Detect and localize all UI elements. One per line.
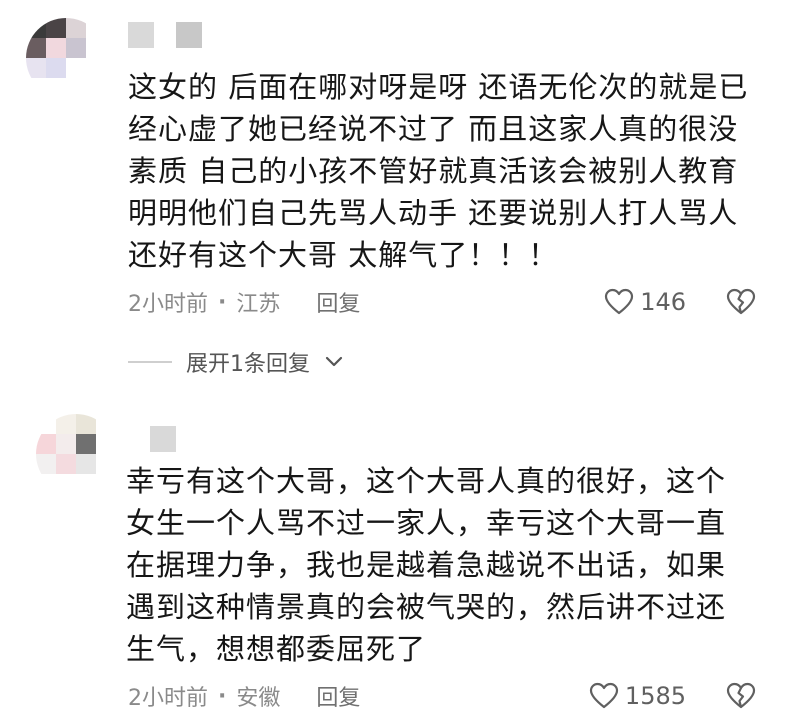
expand-replies-label: 展开1条回复 — [186, 352, 310, 377]
mosaic-tile — [76, 434, 96, 454]
dislike-button[interactable] — [726, 288, 756, 316]
comment-line: 生气，想想都委屈死了 — [126, 632, 427, 666]
mosaic-tile — [66, 58, 86, 78]
avatar[interactable] — [26, 18, 106, 98]
heart-outline-icon — [589, 682, 619, 709]
meta-separator: · — [218, 683, 227, 709]
like-button[interactable]: 1585 — [589, 682, 686, 710]
comment-line: 经心虚了她已经说不过了 而且这家人真的很没 — [128, 112, 739, 146]
comment-text: 这女的 后面在哪对呀是呀 还语无伦次的就是已 经心虚了她已经说不过了 而且这家人… — [128, 66, 748, 276]
comment-line: 幸亏有这个大哥，这个大哥人真的很好，这个 — [126, 464, 727, 498]
mosaic-tile — [56, 414, 76, 434]
mosaic-tile — [86, 78, 106, 98]
mosaic-tile — [36, 454, 56, 474]
mosaic-tile — [66, 18, 86, 38]
comment-meta: 2小时前 · 安徽 回复 1585 — [128, 680, 756, 712]
expand-replies-button[interactable]: 展开1条回复 — [128, 344, 344, 380]
mosaic-tile — [26, 78, 46, 98]
redacted-block — [176, 22, 202, 48]
mosaic-tile — [36, 434, 56, 454]
comment-text: 幸亏有这个大哥，这个大哥人真的很好，这个 女生一个人骂不过一家人，幸亏这个大哥一… — [126, 460, 726, 670]
comment-item: 这女的 后面在哪对呀是呀 还语无伦次的就是已 经心虚了她已经说不过了 而且这家人… — [0, 0, 800, 400]
mosaic-tile — [86, 38, 106, 58]
username-redacted[interactable] — [128, 22, 202, 48]
comment-location: 安徽 — [236, 686, 281, 711]
mosaic-tile — [96, 434, 116, 454]
redacted-block — [150, 426, 176, 452]
mosaic-tile — [26, 38, 46, 58]
mosaic-tile — [86, 18, 106, 38]
mosaic-tile — [96, 414, 116, 434]
mosaic-tile — [36, 414, 56, 434]
like-button[interactable]: 146 — [604, 288, 686, 316]
mosaic-tile — [66, 78, 86, 98]
comment-meta: 2小时前 · 江苏 回复 146 — [128, 286, 756, 318]
broken-heart-icon — [726, 682, 756, 709]
comment-time: 2小时前 — [128, 292, 208, 317]
mosaic-tile — [46, 58, 66, 78]
comment-thread: 这女的 后面在哪对呀是呀 还语无伦次的就是已 经心虚了她已经说不过了 而且这家人… — [0, 0, 800, 712]
comment-line: 明明他们自己先骂人动手 还要说别人打人骂人 — [128, 196, 739, 230]
mosaic-tile — [76, 454, 96, 474]
mosaic-tile — [46, 78, 66, 98]
like-count: 146 — [640, 288, 686, 316]
meta-separator: · — [218, 289, 227, 315]
comment-time: 2小时前 — [128, 686, 208, 711]
avatar-mosaic — [26, 18, 106, 98]
comment-line: 遇到这种情景真的会被气哭的，然后讲不过还 — [126, 590, 727, 624]
mosaic-tile — [76, 474, 96, 494]
comment-line: 素质 自己的小孩不管好就真活该会被别人教育 — [128, 154, 739, 188]
broken-heart-icon — [726, 288, 756, 315]
avatar-mosaic — [36, 414, 116, 494]
comment-location: 江苏 — [236, 292, 281, 317]
username-redacted[interactable] — [150, 426, 176, 452]
mosaic-tile — [96, 474, 116, 494]
mosaic-tile — [56, 454, 76, 474]
dislike-button[interactable] — [726, 682, 756, 710]
comment-line: 这女的 后面在哪对呀是呀 还语无伦次的就是已 — [128, 70, 749, 104]
comment-line: 女生一个人骂不过一家人，幸亏这个大哥一直 — [126, 506, 727, 540]
comment-line: 在据理力争，我也是越着急越说不出话，如果 — [126, 548, 727, 582]
mosaic-tile — [26, 18, 46, 38]
expand-divider — [128, 361, 172, 363]
avatar[interactable] — [36, 414, 116, 494]
mosaic-tile — [56, 434, 76, 454]
comment-line: 还好有这个大哥 太解气了！！！ — [128, 238, 559, 272]
mosaic-tile — [26, 58, 46, 78]
mosaic-tile — [46, 38, 66, 58]
chevron-down-icon — [325, 356, 343, 367]
mosaic-tile — [56, 474, 76, 494]
like-count: 1585 — [624, 682, 686, 710]
mosaic-tile — [36, 474, 56, 494]
mosaic-tile — [66, 38, 86, 58]
comment-item: 幸亏有这个大哥，这个大哥人真的很好，这个 女生一个人骂不过一家人，幸亏这个大哥一… — [0, 400, 800, 712]
heart-outline-icon — [605, 288, 634, 315]
mosaic-tile — [76, 414, 96, 434]
mosaic-tile — [46, 18, 66, 38]
reply-button[interactable]: 回复 — [316, 680, 360, 712]
mosaic-tile — [96, 454, 116, 474]
mosaic-tile — [86, 58, 106, 78]
reply-button[interactable]: 回复 — [316, 286, 360, 318]
redacted-block — [128, 22, 154, 48]
